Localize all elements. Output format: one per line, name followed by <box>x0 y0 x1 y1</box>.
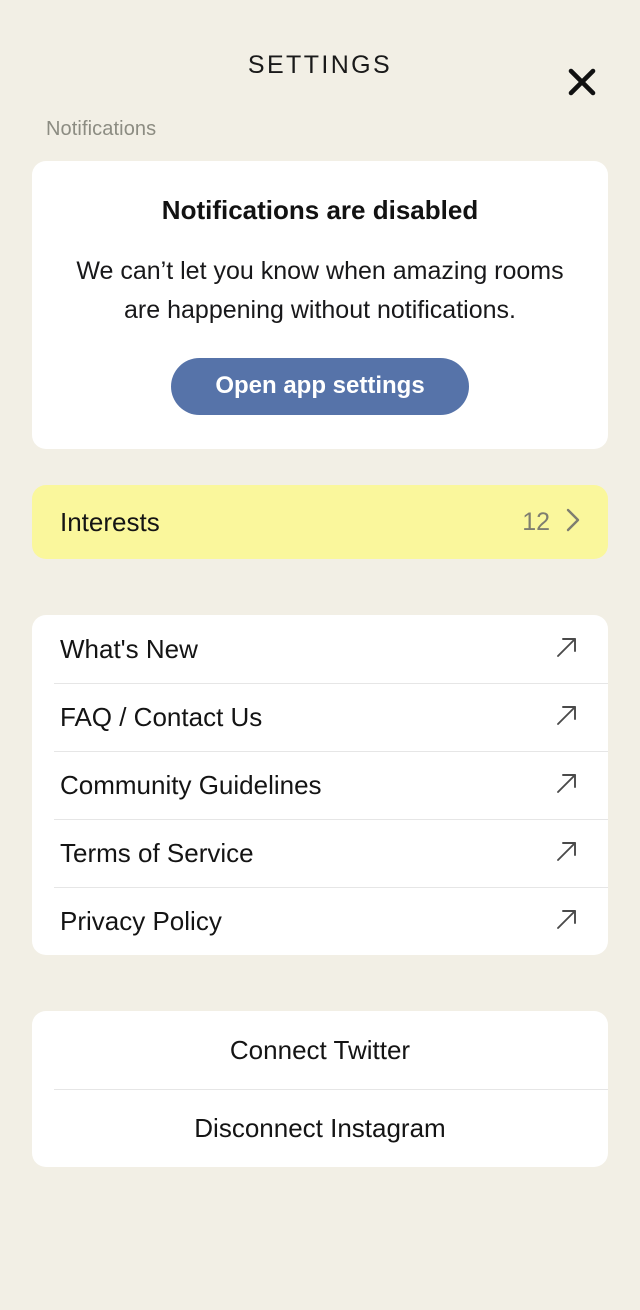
interests-label: Interests <box>60 506 160 537</box>
connect-twitter-label: Connect Twitter <box>229 1034 411 1065</box>
close-icon <box>567 67 597 97</box>
interests-row[interactable]: Interests 12 <box>32 485 608 560</box>
list-item-label: FAQ / Contact Us <box>60 701 263 732</box>
external-link-icon <box>554 770 580 801</box>
list-item-label: What's New <box>60 633 198 664</box>
settings-screen: SETTINGS Notifications Notifications are… <box>0 0 640 1310</box>
list-item-label: Community Guidelines <box>60 769 322 800</box>
disconnect-instagram-row[interactable]: Disconnect Instagram <box>32 1089 608 1167</box>
close-button[interactable] <box>558 58 606 106</box>
list-item-label: Terms of Service <box>60 837 254 868</box>
disconnect-instagram-label: Disconnect Instagram <box>194 1112 446 1143</box>
external-link-icon <box>554 634 580 665</box>
chevron-right-icon <box>564 505 582 540</box>
list-item-privacy-policy[interactable]: Privacy Policy <box>32 887 608 955</box>
list-item-label: Privacy Policy <box>60 905 222 936</box>
page-title: SETTINGS <box>247 50 393 79</box>
interests-count: 12 <box>522 507 550 536</box>
external-link-icon <box>554 838 580 869</box>
header: SETTINGS <box>0 0 640 118</box>
external-link-icon <box>554 906 580 937</box>
list-item-terms-of-service[interactable]: Terms of Service <box>32 819 608 887</box>
links-card: What's New FAQ / Contact Us Community Gu… <box>32 615 608 956</box>
open-app-settings-button[interactable]: Open app settings <box>171 357 469 416</box>
notifications-disabled-card: Notifications are disabled We can’t let … <box>32 161 608 450</box>
notifications-card-title: Notifications are disabled <box>161 195 479 225</box>
section-label-notifications: Notifications <box>46 118 157 140</box>
list-item-community-guidelines[interactable]: Community Guidelines <box>32 751 608 819</box>
social-accounts-card: Connect Twitter Disconnect Instagram <box>32 1011 608 1168</box>
notifications-card-actions: Open app settings <box>62 357 578 416</box>
external-link-icon <box>554 702 580 733</box>
list-item-whats-new[interactable]: What's New <box>32 615 608 683</box>
notifications-card-body: We can’t let you know when amazing rooms… <box>76 257 564 324</box>
connect-twitter-row[interactable]: Connect Twitter <box>32 1011 608 1089</box>
list-item-faq-contact-us[interactable]: FAQ / Contact Us <box>32 683 608 751</box>
